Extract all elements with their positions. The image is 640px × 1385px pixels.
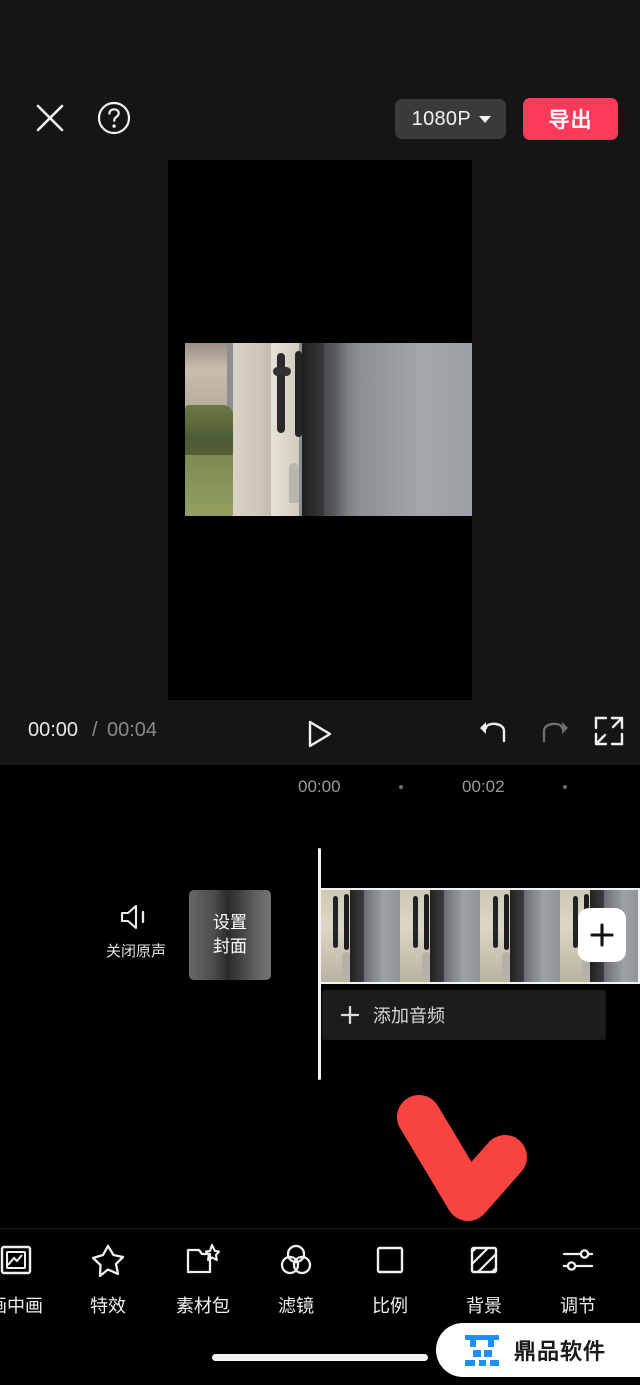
ruler-label: 00:00 (298, 777, 341, 796)
plus-icon (340, 1005, 360, 1025)
undo-arrow-icon (480, 722, 506, 743)
clip-thumbnail (320, 890, 400, 982)
cover-label-line1: 设置 (213, 912, 247, 932)
home-indicator (212, 1354, 428, 1361)
play-button[interactable] (300, 714, 340, 754)
chevron-down-icon (479, 115, 491, 123)
export-button[interactable]: 导出 (523, 98, 618, 140)
material-pack-icon (185, 1241, 221, 1279)
close-button[interactable] (30, 98, 70, 138)
help-circle-icon (97, 101, 131, 135)
tool-label: 背景 (466, 1296, 502, 1316)
play-triangle-icon (308, 720, 332, 748)
help-button[interactable] (94, 98, 134, 138)
mute-label: 关闭原声 (105, 943, 166, 960)
expand-fullscreen-icon (594, 716, 624, 746)
undo-button[interactable] (476, 714, 514, 752)
tool-label: 调节 (560, 1296, 596, 1316)
watermark-text: 鼎品软件 (514, 1339, 607, 1364)
cover-label-line2: 封面 (213, 937, 247, 956)
ruler-tick-dot (399, 785, 403, 789)
add-clip-button[interactable] (578, 908, 626, 962)
playhead-handle[interactable] (318, 848, 321, 1080)
redo-button[interactable] (534, 714, 572, 752)
watermark-badge: 鼎品软件 (436, 1323, 640, 1377)
dingpin-logo-icon (465, 1335, 499, 1366)
quality-selector[interactable]: 1080P (394, 99, 506, 139)
mute-original-audio-button[interactable]: 关闭原声 (100, 902, 172, 968)
tool-label: 特效 (90, 1296, 126, 1316)
aspect-ratio-square-icon (374, 1241, 406, 1279)
scene-graphic (185, 343, 472, 516)
add-audio-label: 添加音频 (373, 1006, 445, 1026)
tool-label: 素材包 (176, 1296, 230, 1316)
tool-effects[interactable]: 特效 (62, 1241, 154, 1318)
current-time: 00:00 (28, 719, 79, 741)
background-hatch-icon (468, 1241, 500, 1279)
tool-label: 比例 (372, 1296, 408, 1316)
redo-arrow-icon (542, 722, 568, 743)
video-canvas[interactable] (168, 160, 472, 700)
adjust-sliders-icon (561, 1241, 595, 1279)
export-label: 导出 (548, 109, 593, 132)
time-separator: / (92, 719, 98, 741)
tool-label: 滤镜 (278, 1296, 314, 1316)
picture-in-picture-icon (0, 1241, 33, 1279)
set-cover-button[interactable]: 设置 封面 (189, 890, 271, 980)
tool-material-pack[interactable]: 素材包 (157, 1241, 249, 1318)
total-time: 00:04 (107, 719, 158, 741)
ruler-label: 00:02 (462, 777, 505, 796)
star-effects-icon (91, 1241, 125, 1279)
tool-label: 画中画 (0, 1296, 43, 1316)
quality-label: 1080P (411, 107, 471, 130)
speaker-mute-icon (120, 904, 145, 930)
ruler-tick-dot (563, 785, 567, 789)
tool-picture-in-picture[interactable]: 画中画 (0, 1241, 62, 1318)
clip-thumbnail (400, 890, 480, 982)
red-down-arrow-annotation (395, 1095, 535, 1230)
close-icon (36, 104, 64, 132)
tool-filter[interactable]: 滤镜 (250, 1241, 342, 1318)
cover-text: 设置 封面 (189, 890, 271, 980)
video-frame (185, 343, 472, 516)
tool-aspect-ratio[interactable]: 比例 (344, 1241, 436, 1318)
clip-thumbnail (480, 890, 560, 982)
tool-background[interactable]: 背景 (438, 1241, 530, 1318)
filter-circles-icon (279, 1241, 313, 1279)
preview-panel: 1080P 导出 00:00 / 00:04 (0, 0, 640, 765)
fullscreen-button[interactable] (592, 714, 628, 750)
bottom-toolbar: 画中画 特效 素材包 滤镜 (0, 1229, 640, 1321)
add-audio-button[interactable]: 添加音频 (322, 990, 606, 1040)
plus-icon (590, 923, 614, 947)
tool-adjust[interactable]: 调节 (532, 1241, 624, 1318)
